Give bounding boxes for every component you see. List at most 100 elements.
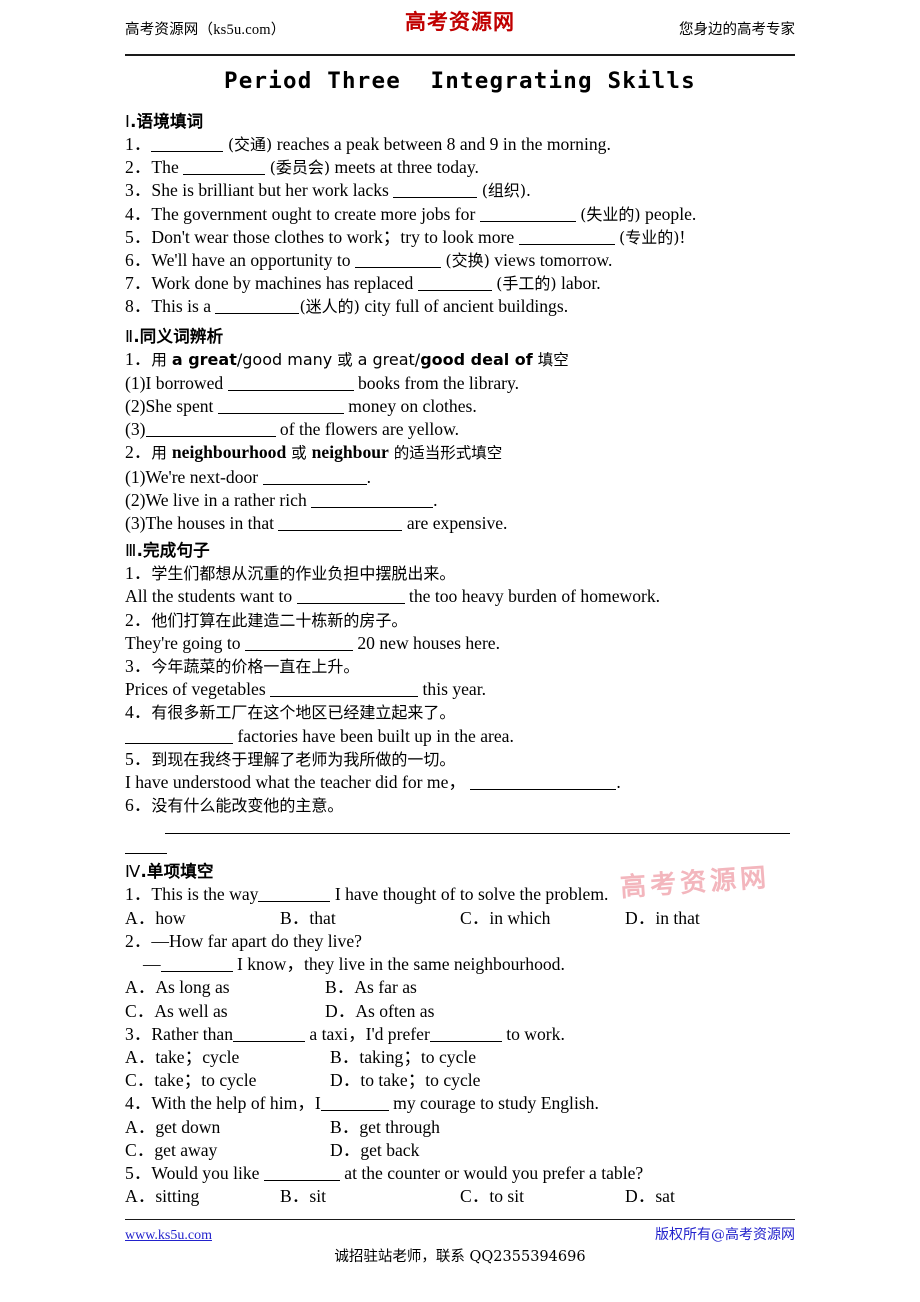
- sub-label: (3): [125, 513, 146, 534]
- prompt-cn-2: 或: [332, 350, 358, 369]
- answer-rule-short[interactable]: [125, 853, 167, 855]
- answer-blank[interactable]: [278, 516, 403, 532]
- option-b[interactable]: B．As far as: [325, 976, 417, 999]
- item-number: 3．: [125, 656, 152, 677]
- option-b[interactable]: B．taking；to cycle: [330, 1046, 476, 1069]
- option-key: B．: [280, 1186, 310, 1207]
- item-post-text: views tomorrow.: [489, 250, 613, 271]
- option-c[interactable]: C．take；to cycle: [125, 1069, 330, 1092]
- mcq-options: A．take；cycle B．taking；to cycle: [125, 1046, 795, 1069]
- answer-blank[interactable]: [320, 1096, 389, 1112]
- answer-blank[interactable]: [160, 957, 233, 973]
- option-key: C．: [125, 1139, 155, 1160]
- fill-item: 5．Don't wear those clothes to work；try t…: [125, 226, 795, 249]
- answer-blank[interactable]: [227, 376, 354, 391]
- option-text: get through: [359, 1116, 440, 1137]
- translate-answer: I have understood what the teacher did f…: [125, 771, 795, 794]
- item-number: 5．: [125, 748, 152, 769]
- option-text: As well as: [154, 1000, 228, 1021]
- item-number: 3．: [125, 180, 152, 201]
- mcq-options: C．As well as D．As often as: [125, 1000, 795, 1023]
- option-key: A．: [125, 1186, 156, 1207]
- prompt-cn-1: 用: [151, 350, 172, 369]
- option-key: A．: [125, 1116, 156, 1137]
- option-d[interactable]: D．sat: [625, 1185, 675, 1208]
- item-post-text: city full of ancient buildings.: [359, 296, 569, 317]
- answer-blank[interactable]: [270, 682, 419, 698]
- item-number: 1．: [125, 348, 152, 369]
- sub-item: (3) of the flowers are yellow.: [125, 418, 795, 441]
- item-number: 8．: [125, 296, 152, 317]
- option-text: in which: [489, 907, 551, 928]
- stem-post-text: my courage to study English.: [388, 1093, 599, 1114]
- answer-blank[interactable]: [296, 589, 405, 605]
- item-number: 2．: [125, 609, 152, 630]
- option-text: that: [309, 907, 336, 928]
- option-d[interactable]: D．to take；to cycle: [330, 1069, 481, 1092]
- option-text: to take；to cycle: [360, 1070, 481, 1091]
- answer-blank[interactable]: [217, 399, 344, 415]
- answer-blank[interactable]: [151, 137, 224, 152]
- option-c[interactable]: C．to sit: [460, 1185, 625, 1208]
- answer-blank[interactable]: [393, 183, 478, 199]
- stem-pre-text: Rather than: [151, 1023, 233, 1044]
- chinese-sentence: 学生们都想从沉重的作业负担中摆脱出来。: [151, 564, 456, 584]
- prompt-cn-1: 用: [151, 444, 172, 463]
- fill-item: 7．Work done by machines has replaced (手工…: [125, 272, 795, 295]
- prompt-cn-3: 填空: [532, 350, 569, 369]
- item-pre-text: Don't wear those clothes to work；try to …: [151, 226, 519, 247]
- answer-blank[interactable]: [183, 160, 266, 176]
- option-key: D．: [330, 1070, 361, 1091]
- answer-blank[interactable]: [145, 422, 276, 438]
- mcq-stem-line2: — I know，they live in the same neighbour…: [125, 953, 795, 976]
- answer-blank[interactable]: [258, 887, 331, 903]
- section-2-q2-prompt: 2．用 neighbourhood 或 neighbour 的适当形式填空: [125, 441, 795, 465]
- option-b[interactable]: B．get through: [330, 1116, 440, 1139]
- answer-blank[interactable]: [262, 470, 367, 485]
- option-c[interactable]: C．get away: [125, 1139, 330, 1162]
- option-b[interactable]: B．sit: [280, 1185, 460, 1208]
- option-text: get back: [360, 1139, 420, 1160]
- sub-label: (1): [125, 372, 146, 393]
- page-header: 高考资源网（ks5u.com） 高考资源网 您身边的高考专家: [125, 0, 795, 46]
- item-number: 4．: [125, 1093, 152, 1114]
- translate-answer: They're going to 20 new houses here.: [125, 632, 795, 655]
- option-a[interactable]: A．how: [125, 907, 280, 930]
- option-a[interactable]: A．sitting: [125, 1185, 280, 1208]
- option-d[interactable]: D．in that: [625, 907, 700, 930]
- option-d[interactable]: D．As often as: [325, 1000, 434, 1023]
- option-text: to sit: [489, 1186, 525, 1207]
- answer-blank[interactable]: [470, 775, 617, 791]
- stem-mid-text: a taxi，I'd prefer: [305, 1023, 430, 1044]
- prompt-regular-2: a great/: [357, 349, 421, 369]
- answer-blank[interactable]: [263, 1166, 340, 1181]
- answer-blank[interactable]: [479, 207, 576, 222]
- answer-blank[interactable]: [233, 1027, 305, 1042]
- answer-blank[interactable]: [417, 276, 492, 292]
- mcq-options: A．how B．that C．in which D．in that: [125, 907, 795, 930]
- option-key: C．: [460, 907, 490, 928]
- option-d[interactable]: D．get back: [330, 1139, 419, 1162]
- answer-blank[interactable]: [125, 729, 233, 744]
- footer-link[interactable]: www.ks5u.com: [125, 1228, 212, 1244]
- option-a[interactable]: A．As long as: [125, 976, 325, 999]
- answer-blank-2[interactable]: [429, 1027, 502, 1042]
- answer-blank[interactable]: [311, 493, 434, 508]
- answer-blank[interactable]: [354, 253, 441, 269]
- option-key: D．: [625, 1186, 656, 1207]
- option-key: B．: [330, 1116, 360, 1137]
- option-c[interactable]: C．in which: [460, 907, 625, 930]
- fill-item: 2．The (委员会) meets at three today.: [125, 156, 795, 179]
- option-key: D．: [325, 1000, 356, 1021]
- item-hint: (组织): [481, 181, 527, 201]
- answer-blank[interactable]: [518, 230, 615, 245]
- answer-rule-long[interactable]: [165, 833, 790, 835]
- option-c[interactable]: C．As well as: [125, 1000, 325, 1023]
- option-b[interactable]: B．that: [280, 907, 460, 930]
- option-key: C．: [460, 1186, 490, 1207]
- option-key: C．: [125, 1000, 155, 1021]
- option-a[interactable]: A．get down: [125, 1116, 330, 1139]
- answer-blank[interactable]: [215, 299, 300, 315]
- answer-blank[interactable]: [244, 636, 353, 651]
- option-a[interactable]: A．take；cycle: [125, 1046, 330, 1069]
